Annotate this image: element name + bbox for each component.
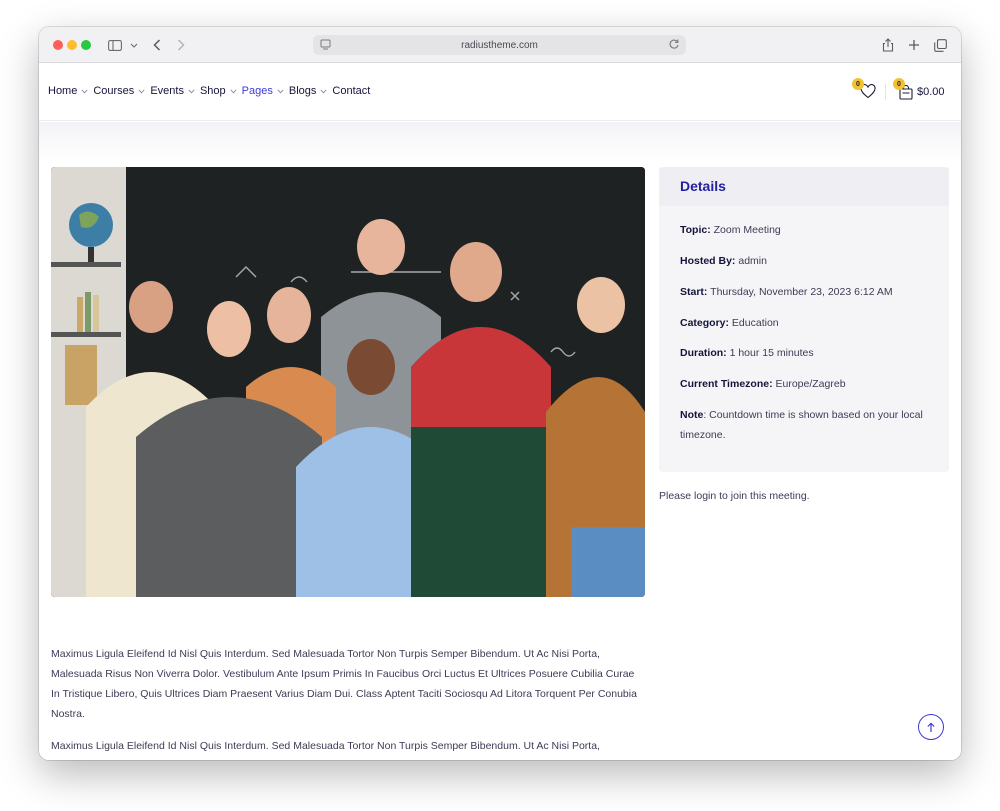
nav-item-courses[interactable]: Courses <box>93 85 145 97</box>
detail-hosted-by: Hosted By: admin <box>680 251 930 271</box>
arrow-up-icon <box>927 721 935 732</box>
details-card: Details Topic: Zoom Meeting Hosted By: a… <box>659 167 949 472</box>
address-bar[interactable]: radiustheme.com <box>313 35 686 55</box>
new-tab-icon[interactable] <box>905 36 923 54</box>
nav-label: Shop <box>199 85 226 97</box>
detail-value: Zoom Meeting <box>710 224 781 236</box>
nav-item-events[interactable]: Events <box>150 85 195 97</box>
chevron-down-icon <box>277 88 284 93</box>
detail-start: Start: Thursday, November 23, 2023 6:12 … <box>680 282 930 302</box>
chevron-down-icon[interactable] <box>125 36 143 54</box>
detail-label: Current Timezone: <box>680 378 773 390</box>
detail-value: Education <box>729 317 779 329</box>
browser-toolbar: radiustheme.com <box>39 27 961 63</box>
detail-timezone: Current Timezone: Europe/Zagreb <box>680 374 930 394</box>
header-actions: 0 0 $0.00 <box>842 78 952 103</box>
back-icon[interactable] <box>148 36 166 54</box>
cart-count-badge: 0 <box>893 78 905 90</box>
login-note: Please login to join this meeting. <box>659 490 810 502</box>
detail-label: Hosted By: <box>680 255 736 267</box>
chevron-down-icon <box>188 88 195 93</box>
details-title: Details <box>659 167 949 206</box>
detail-duration: Duration: 1 hour 15 minutes <box>680 343 930 363</box>
nav-label: Home <box>48 85 78 97</box>
page-content: Details Topic: Zoom Meeting Hosted By: a… <box>39 122 961 760</box>
content-band <box>39 122 961 162</box>
body-paragraph: Maximus Ligula Eleifend Id Nisl Quis Int… <box>51 648 637 720</box>
detail-label: Category: <box>680 317 730 329</box>
sidebar-toggle-icon[interactable] <box>106 36 124 54</box>
header-divider <box>885 84 886 100</box>
close-window-button[interactable] <box>53 40 63 50</box>
forward-icon[interactable] <box>172 36 190 54</box>
zoom-window-button[interactable] <box>81 40 91 50</box>
detail-value: Europe/Zagreb <box>772 378 846 390</box>
detail-category: Category: Education <box>680 313 930 333</box>
main-nav: Home Courses Events Shop Pages Blogs Con… <box>48 85 375 97</box>
detail-note: Note: Countdown time is shown based on y… <box>680 405 930 445</box>
browser-window: radiustheme.com Home Courses Events Shop… <box>39 27 961 760</box>
chevron-down-icon <box>230 88 237 93</box>
url-text: radiustheme.com <box>461 39 538 51</box>
chevron-down-icon <box>81 88 88 93</box>
minimize-window-button[interactable] <box>67 40 77 50</box>
reload-icon[interactable] <box>668 38 680 53</box>
nav-item-home[interactable]: Home <box>48 85 88 97</box>
detail-value: : Countdown time is shown based on your … <box>680 409 923 441</box>
page-icon <box>320 39 331 53</box>
nav-item-blogs[interactable]: Blogs <box>289 85 328 97</box>
meeting-hero-image <box>51 167 645 597</box>
detail-label: Start: <box>680 286 708 298</box>
detail-topic: Topic: Zoom Meeting <box>680 220 930 240</box>
site-header: Home Courses Events Shop Pages Blogs Con… <box>39 63 961 121</box>
nav-label: Pages <box>241 85 273 97</box>
nav-item-pages[interactable]: Pages <box>242 85 284 97</box>
nav-label: Contact <box>332 85 371 97</box>
nav-item-shop[interactable]: Shop <box>200 85 237 97</box>
detail-value: Thursday, November 23, 2023 6:12 AM <box>707 286 893 298</box>
cart-total[interactable]: $0.00 <box>917 86 945 98</box>
nav-item-contact[interactable]: Contact <box>332 85 370 97</box>
scroll-to-top-button[interactable] <box>918 714 944 740</box>
body-paragraph: Maximus Ligula Eleifend Id Nisl Quis Int… <box>51 740 600 752</box>
detail-label: Topic: <box>680 224 711 236</box>
tabs-overview-icon[interactable] <box>931 36 949 54</box>
detail-label: Note <box>680 409 704 421</box>
nav-label: Courses <box>93 85 135 97</box>
chevron-down-icon <box>320 88 327 93</box>
chevron-down-icon <box>138 88 145 93</box>
detail-label: Duration: <box>680 347 727 359</box>
wishlist-count-badge: 0 <box>852 78 864 90</box>
nav-label: Events <box>150 85 184 97</box>
share-icon[interactable] <box>879 36 897 54</box>
detail-value: 1 hour 15 minutes <box>726 347 814 359</box>
detail-value: admin <box>735 255 767 267</box>
nav-label: Blogs <box>288 85 317 97</box>
